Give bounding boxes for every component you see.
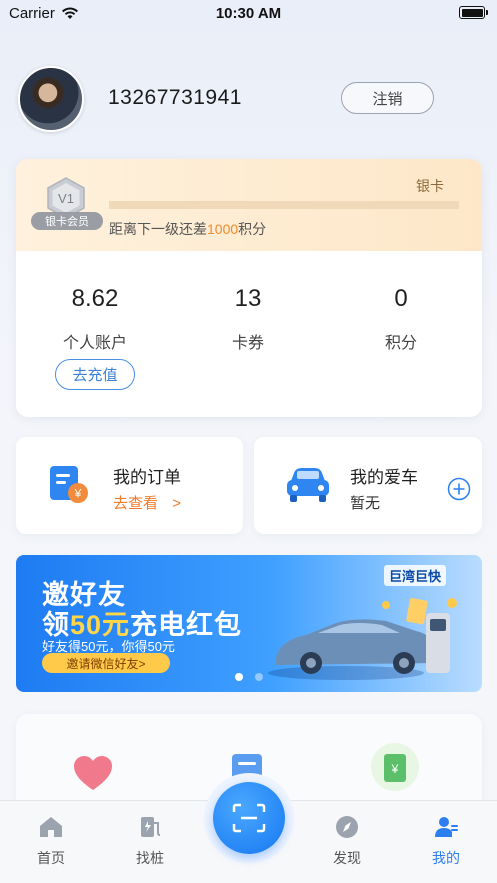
badge-level-text: V1	[58, 191, 74, 206]
level-hint: 距离下一级还差1000积分	[109, 219, 266, 239]
car-title: 我的爱车	[350, 468, 418, 487]
stat-account-value: 8.62	[71, 285, 119, 312]
tab-home[interactable]: 首页	[16, 815, 86, 868]
level-hint-points: 1000	[207, 221, 239, 237]
orders-title: 我的订单	[113, 468, 181, 487]
stat-account[interactable]: 8.62 个人账户	[25, 285, 165, 353]
tab-mine-label: 我的	[432, 850, 460, 866]
level-progress-track	[109, 201, 459, 209]
scan-icon	[232, 803, 266, 833]
stat-coupons[interactable]: 13 卡券	[178, 285, 318, 353]
green-receipt-icon[interactable]: ¥	[370, 742, 420, 792]
compass-icon	[336, 816, 358, 838]
stat-points-value: 0	[394, 285, 408, 312]
charger-icon	[141, 817, 161, 837]
car-card[interactable]: 我的爱车 暂无	[254, 437, 482, 534]
level-hint-suffix: 积分	[238, 221, 267, 237]
order-receipt-icon: ¥	[50, 466, 88, 503]
car-status: 暂无	[350, 495, 381, 512]
invite-friends-button[interactable]: 邀请微信好友>	[42, 653, 170, 673]
member-level-panel[interactable]: V1 银卡会员 银卡 距离下一级还差1000积分	[16, 159, 482, 251]
battery-icon	[459, 6, 488, 19]
logout-button[interactable]: 注销	[341, 82, 434, 114]
recharge-button[interactable]: 去充值	[55, 359, 135, 390]
stat-account-label: 个人账户	[62, 335, 127, 352]
tab-find-charger[interactable]: 找桩	[115, 815, 185, 868]
chevron-right-icon: >	[172, 495, 181, 512]
stat-points-label: 积分	[384, 335, 417, 352]
orders-view-link[interactable]: 去查看 >	[113, 492, 181, 513]
tab-home-label: 首页	[37, 850, 65, 866]
heart-icon[interactable]	[72, 754, 114, 794]
ev-car-illustration	[268, 598, 457, 680]
level-name: 银卡	[416, 178, 444, 194]
banner-dot-1[interactable]	[235, 673, 243, 681]
add-car-button[interactable]	[447, 477, 471, 501]
clock: 10:30 AM	[215, 5, 282, 22]
stat-points[interactable]: 0 积分	[331, 285, 471, 353]
level-hint-prefix: 距离下一级还差	[109, 221, 207, 237]
avatar[interactable]	[18, 66, 84, 132]
banner-logo: 巨湾巨快	[384, 565, 447, 586]
banner-dot-2[interactable]	[255, 673, 263, 681]
promo-banner[interactable]: 邀好友 领50元充电红包 好友得50元，你得50元 邀请微信好友> 巨湾巨快	[16, 555, 482, 692]
svg-text:¥: ¥	[74, 487, 82, 501]
member-card: V1 银卡会员 银卡 距离下一级还差1000积分 8.62 个人账户 13 卡券…	[16, 159, 482, 417]
status-bar: Carrier 10:30 AM	[0, 0, 497, 28]
tab-discover-label: 发现	[333, 850, 361, 866]
stat-coupons-label: 卡券	[231, 335, 264, 352]
stat-coupons-value: 13	[234, 285, 262, 312]
home-icon	[40, 817, 62, 837]
car-icon	[287, 468, 329, 502]
tab-mine[interactable]: 我的	[411, 815, 481, 868]
tab-find-charger-label: 找桩	[136, 850, 164, 866]
profile-icon	[435, 817, 458, 837]
orders-view-label: 去查看	[113, 495, 159, 512]
tab-discover[interactable]: 发现	[312, 815, 382, 868]
svg-text:¥: ¥	[391, 762, 399, 776]
orders-card[interactable]: ¥ 我的订单 去查看 >	[16, 437, 243, 534]
badge-label: 银卡会员	[31, 212, 103, 230]
phone-number: 13267731941	[108, 86, 242, 109]
scan-button[interactable]	[213, 782, 285, 854]
